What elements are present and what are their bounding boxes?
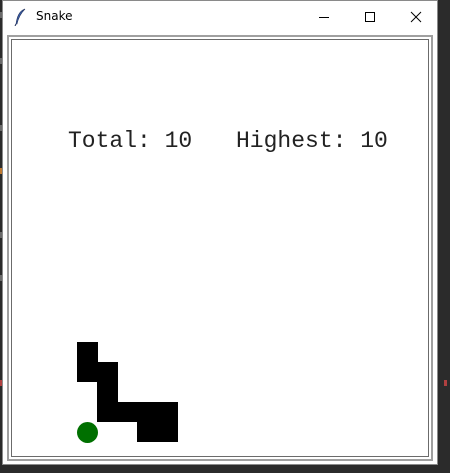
game-canvas[interactable]: Total: 10 Highest: 10 bbox=[11, 39, 429, 457]
game-canvas-frame: Total: 10 Highest: 10 bbox=[7, 35, 433, 461]
snake-segment bbox=[97, 402, 118, 422]
snake-window: Snake Total: 10 Highest: 10 bbox=[2, 0, 438, 465]
snake-segment bbox=[97, 382, 118, 402]
snake-segment bbox=[97, 362, 118, 382]
snake-segment bbox=[157, 402, 178, 422]
maximize-icon bbox=[365, 12, 375, 22]
snake-head bbox=[157, 422, 178, 442]
snake-segment bbox=[117, 402, 138, 422]
food-pellet bbox=[77, 422, 98, 443]
close-icon bbox=[410, 11, 422, 23]
snake-segment bbox=[77, 362, 98, 382]
highest-score: Highest: 10 bbox=[236, 128, 388, 154]
minimize-icon bbox=[319, 17, 329, 18]
title-bar[interactable]: Snake bbox=[3, 1, 437, 33]
snake-segment bbox=[77, 342, 98, 363]
total-score: Total: 10 bbox=[68, 128, 193, 154]
close-button[interactable] bbox=[393, 1, 439, 33]
editor-remnant bbox=[444, 380, 447, 386]
maximize-button[interactable] bbox=[347, 1, 393, 33]
feather-icon[interactable] bbox=[13, 8, 29, 26]
window-title: Snake bbox=[36, 9, 73, 23]
snake-segment bbox=[137, 402, 158, 422]
minimize-button[interactable] bbox=[301, 1, 347, 33]
snake-segment bbox=[137, 422, 158, 442]
